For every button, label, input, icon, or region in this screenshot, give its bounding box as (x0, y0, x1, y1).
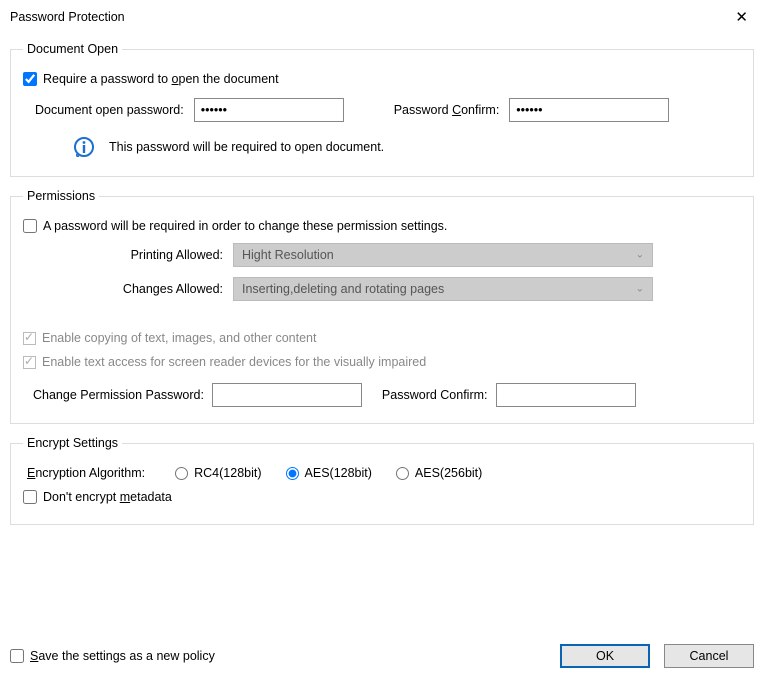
enable-copying-row: Enable copying of text, images, and othe… (23, 331, 741, 345)
encryption-algorithm-radio-group: RC4(128bit) AES(128bit) AES(256bit) (175, 466, 482, 480)
encryption-aes-128-label: AES(128bit) (305, 466, 372, 480)
encryption-aes-128-radio[interactable]: AES(128bit) (286, 466, 372, 480)
require-permission-password-row: A password will be required in order to … (23, 219, 741, 233)
changes-allowed-label: Changes Allowed: (23, 282, 223, 296)
dont-encrypt-metadata-row: Don't encrypt metadata (23, 490, 741, 504)
encrypt-settings-legend: Encrypt Settings (23, 436, 122, 450)
open-password-info-text: This password will be required to open d… (109, 140, 384, 154)
require-permission-password-checkbox[interactable] (23, 219, 37, 233)
open-password-row: Document open password: Password Confirm… (29, 98, 741, 122)
enable-copying-label: Enable copying of text, images, and othe… (42, 331, 316, 345)
titlebar: Password Protection ✕ (0, 0, 764, 34)
document-open-group: Document Open Require a password to open… (10, 42, 754, 177)
enable-text-access-label: Enable text access for screen reader dev… (42, 355, 426, 369)
changes-allowed-row: Changes Allowed: Inserting,deleting and … (23, 277, 741, 301)
dialog-body: Document Open Require a password to open… (0, 42, 764, 525)
open-password-confirm-label: Password Confirm: (394, 103, 500, 117)
changes-allowed-select: Inserting,deleting and rotating pages ⌄ (233, 277, 653, 301)
permissions-legend: Permissions (23, 189, 99, 203)
encryption-aes-256-radio-input[interactable] (396, 467, 409, 480)
close-icon[interactable]: ✕ (729, 6, 754, 28)
printing-allowed-select: Hight Resolution ⌄ (233, 243, 653, 267)
save-policy-label: Save the settings as a new policy (30, 649, 215, 663)
chevron-down-icon: ⌄ (636, 284, 644, 295)
encryption-aes-128-radio-input[interactable] (286, 467, 299, 480)
document-open-legend: Document Open (23, 42, 122, 56)
dialog-footer: Save the settings as a new policy OK Can… (10, 643, 754, 669)
encryption-aes-256-radio[interactable]: AES(256bit) (396, 466, 482, 480)
printing-allowed-label: Printing Allowed: (23, 248, 223, 262)
open-password-label: Document open password: (35, 103, 184, 117)
encryption-algorithm-row: Encryption Algorithm: RC4(128bit) AES(12… (27, 466, 741, 480)
open-password-confirm-input[interactable] (509, 98, 669, 122)
encryption-algorithm-label: Encryption Algorithm: (27, 466, 145, 480)
dont-encrypt-metadata-checkbox[interactable] (23, 490, 37, 504)
save-policy-checkbox[interactable] (10, 649, 24, 663)
enable-text-access-row: Enable text access for screen reader dev… (23, 355, 741, 369)
dont-encrypt-metadata-label: Don't encrypt metadata (43, 490, 172, 504)
printing-allowed-value: Hight Resolution (242, 248, 334, 262)
encryption-rc4-128-radio[interactable]: RC4(128bit) (175, 466, 261, 480)
change-permission-confirm-input[interactable] (496, 383, 636, 407)
change-permission-password-input[interactable] (212, 383, 362, 407)
enable-text-access-checkbox (23, 356, 36, 369)
open-password-input[interactable] (194, 98, 344, 122)
encryption-rc4-128-radio-input[interactable] (175, 467, 188, 480)
info-icon (73, 136, 95, 158)
chevron-down-icon: ⌄ (636, 250, 644, 261)
cancel-button[interactable]: Cancel (664, 644, 754, 668)
permissions-group: Permissions A password will be required … (10, 189, 754, 424)
encryption-aes-256-label: AES(256bit) (415, 466, 482, 480)
changes-allowed-value: Inserting,deleting and rotating pages (242, 282, 444, 296)
require-open-password-row: Require a password to open the document (23, 72, 741, 86)
require-permission-password-label: A password will be required in order to … (43, 219, 447, 233)
encryption-rc4-128-label: RC4(128bit) (194, 466, 261, 480)
require-open-password-label: Require a password to open the document (43, 72, 279, 86)
open-password-info-row: This password will be required to open d… (73, 136, 741, 158)
encrypt-settings-group: Encrypt Settings Encryption Algorithm: R… (10, 436, 754, 525)
printing-allowed-row: Printing Allowed: Hight Resolution ⌄ (23, 243, 741, 267)
change-permission-password-label: Change Permission Password: (33, 388, 204, 402)
save-policy-row: Save the settings as a new policy (10, 649, 215, 663)
change-permission-confirm-label: Password Confirm: (382, 388, 488, 402)
enable-copying-checkbox (23, 332, 36, 345)
window-title: Password Protection (10, 10, 125, 24)
ok-button[interactable]: OK (560, 644, 650, 668)
footer-buttons: OK Cancel (560, 644, 754, 668)
require-open-password-checkbox[interactable] (23, 72, 37, 86)
change-permission-password-row: Change Permission Password: Password Con… (33, 383, 741, 407)
